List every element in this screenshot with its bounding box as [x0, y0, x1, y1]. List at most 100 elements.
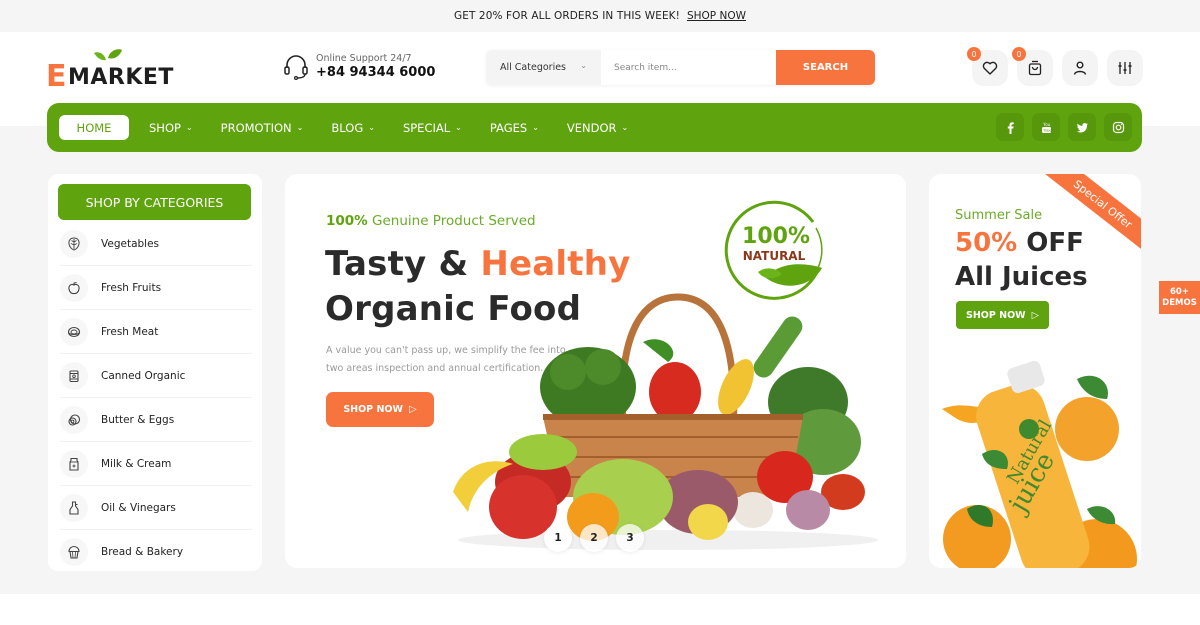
slide-dot-1[interactable]: 1: [544, 524, 572, 552]
juice-promo-banner: Special Offer Summer Sale 50% OFF All Jui…: [929, 174, 1141, 568]
milk-carton-icon: [69, 457, 79, 471]
demos-label: DEMOS: [1162, 297, 1197, 308]
category-label: Canned Organic: [101, 369, 186, 382]
category-item-bread-bakery[interactable]: Bread & Bakery: [60, 530, 252, 574]
header-actions: 0 0: [967, 47, 1143, 86]
category-item-oil-vinegars[interactable]: Oil & Vinegars: [60, 486, 252, 530]
hero-tagline-rest: Genuine Product Served: [367, 213, 536, 229]
nav-item-label: HOME: [76, 120, 112, 135]
heart-icon: [982, 61, 998, 75]
chevron-down-icon: ⌄: [621, 123, 629, 132]
vegetable-icon: [68, 236, 80, 251]
hero-slider: 100% Genuine Product Served Tasty & Heal…: [285, 174, 906, 568]
category-item-milk-cream[interactable]: Milk & Cream: [60, 442, 252, 486]
vegetable-basket-image: [453, 293, 878, 550]
headset-icon: [284, 55, 308, 80]
support-phone[interactable]: +84 94344 6000: [316, 65, 435, 80]
online-support: Online Support 24/7 +84 94344 6000: [282, 52, 435, 80]
category-item-fresh-fruits[interactable]: Fresh Fruits: [60, 266, 252, 310]
nav-item-special[interactable]: SPECIAL ⌄: [403, 121, 462, 135]
search-button[interactable]: SEARCH: [776, 50, 875, 85]
nav-item-label: PROMOTION: [220, 120, 292, 135]
compare-button[interactable]: [1107, 50, 1143, 86]
cart-button[interactable]: 0: [1012, 47, 1053, 86]
shop-by-categories-heading[interactable]: SHOP BY CATEGORIES: [58, 184, 251, 220]
category-item-fresh-meat[interactable]: Fresh Meat: [60, 310, 252, 354]
category-label: Vegetables: [101, 237, 160, 250]
meat-icon: [67, 326, 81, 337]
wishlist-count-badge: 0: [967, 47, 981, 61]
youtube-link[interactable]: You Tube: [1032, 113, 1060, 141]
chevron-down-icon: ⌄: [532, 123, 539, 132]
svg-text:Tube: Tube: [1042, 128, 1052, 132]
nav-item-promotion[interactable]: PROMOTION ⌄: [221, 121, 304, 135]
category-select-value: All Categories: [500, 62, 567, 73]
social-links: You Tube: [996, 113, 1132, 141]
account-button[interactable]: [1062, 50, 1098, 86]
nav-item-label: BLOG: [331, 120, 364, 135]
search-bar: All Categories ⌄ SEARCH: [486, 50, 875, 85]
instagram-link[interactable]: [1104, 113, 1132, 141]
category-list: Vegetables Fresh Fruits Fresh Meat Canne…: [60, 222, 252, 574]
category-sidebar: SHOP BY CATEGORIES Vegetables Fresh Frui…: [48, 174, 262, 571]
wishlist-button[interactable]: 0: [967, 47, 1008, 86]
nav-item-shop[interactable]: SHOP ⌄: [149, 121, 193, 135]
sliders-icon: [1118, 62, 1132, 74]
natural-badge-image: 100% NATURAL: [724, 200, 823, 300]
category-item-butter-eggs[interactable]: Butter & Eggs: [60, 398, 252, 442]
promo-off: OFF: [1017, 228, 1084, 258]
nav-item-vendor[interactable]: VENDOR ⌄: [567, 121, 628, 135]
category-label: Fresh Meat: [101, 325, 159, 338]
nav-item-label: VENDOR: [566, 120, 617, 135]
chevron-down-icon: ⌄: [580, 61, 587, 70]
play-arrow-icon: ▷: [1031, 309, 1039, 321]
emarket-logo[interactable]: E MARKET: [46, 48, 192, 90]
main-navigation: HOME SHOP ⌄ PROMOTION ⌄ BLOG ⌄ SPECIAL ⌄ PAG…: [47, 103, 1142, 152]
category-select[interactable]: All Categories ⌄: [486, 50, 601, 85]
demos-count: 60+: [1170, 286, 1189, 297]
svg-text:You: You: [1042, 122, 1050, 127]
nav-item-label: PAGES: [489, 120, 528, 135]
search-input[interactable]: [601, 50, 776, 85]
cart-count-badge: 0: [1012, 47, 1026, 61]
orange-juice-bottle-image: Natural juice: [942, 360, 1137, 568]
hero-shop-now-button[interactable]: SHOP NOW ▷: [326, 392, 434, 427]
hero-title-part1: Tasty &: [325, 244, 481, 284]
category-item-canned-organic[interactable]: Canned Organic: [60, 354, 252, 398]
facebook-link[interactable]: [996, 113, 1024, 141]
chevron-down-icon: ⌄: [455, 123, 462, 132]
slide-dot-2[interactable]: 2: [580, 524, 608, 552]
youtube-icon: YouTube: [1041, 122, 1052, 133]
svg-text:MARKET: MARKET: [68, 65, 174, 90]
announcement-shop-now-link[interactable]: SHOP NOW: [687, 10, 746, 22]
nav-item-pages[interactable]: PAGES ⌄: [490, 121, 539, 135]
chevron-down-icon: ⌄: [368, 123, 375, 132]
promo-shop-now-button[interactable]: SHOP NOW ▷: [956, 301, 1049, 329]
user-icon: [1073, 61, 1087, 75]
promo-title: 50% OFF All Juices: [955, 226, 1088, 294]
slide-dot-3[interactable]: 3: [616, 524, 644, 552]
promo-line2: All Juices: [955, 262, 1088, 292]
announcement-text: GET 20% FOR ALL ORDERS IN THIS WEEK!: [454, 10, 680, 22]
promo-subtitle: Summer Sale: [955, 208, 1043, 223]
facebook-icon: [1007, 121, 1014, 134]
shopping-bag-icon: [1028, 60, 1042, 76]
twitter-link[interactable]: [1068, 113, 1096, 141]
promo-cta-label: SHOP NOW: [966, 309, 1026, 321]
support-label: Online Support 24/7: [316, 52, 412, 64]
hero-title-highlight: Healthy: [480, 244, 631, 284]
demos-floating-button[interactable]: 60+ DEMOS: [1159, 281, 1200, 314]
category-label: Butter & Eggs: [101, 413, 175, 426]
nav-item-label: SHOP: [149, 120, 181, 135]
apple-icon: [68, 281, 80, 294]
hero-cta-label: SHOP NOW: [343, 404, 403, 415]
badge-natural: NATURAL: [743, 249, 806, 263]
category-label: Bread & Bakery: [101, 546, 184, 558]
category-label: Fresh Fruits: [101, 281, 162, 294]
category-item-vegetables[interactable]: Vegetables: [60, 222, 252, 266]
announcement-bar: GET 20% FOR ALL ORDERS IN THIS WEEK! SHO…: [0, 0, 1200, 32]
nav-item-blog[interactable]: BLOG ⌄: [331, 121, 375, 135]
badge-percent: 100%: [742, 224, 810, 249]
svg-text:E: E: [46, 59, 67, 90]
nav-item-home[interactable]: HOME: [59, 115, 129, 140]
